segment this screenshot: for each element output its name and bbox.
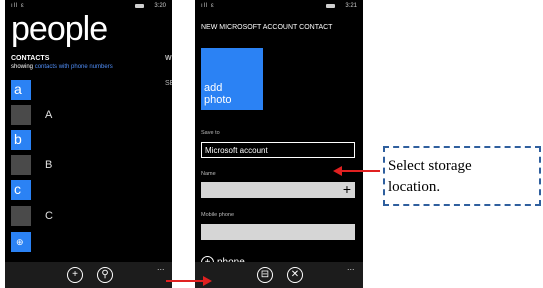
- arrow-to-save: [166, 276, 212, 286]
- callout-line-2: location.: [388, 179, 441, 195]
- callout-box: Select storage location.: [383, 146, 541, 206]
- callout-line-1: Select storage: [388, 158, 472, 174]
- arrow-to-save-to-field: [333, 166, 380, 176]
- callout-text: Select storage location.: [388, 156, 472, 198]
- annotation-arrows: [166, 166, 380, 286]
